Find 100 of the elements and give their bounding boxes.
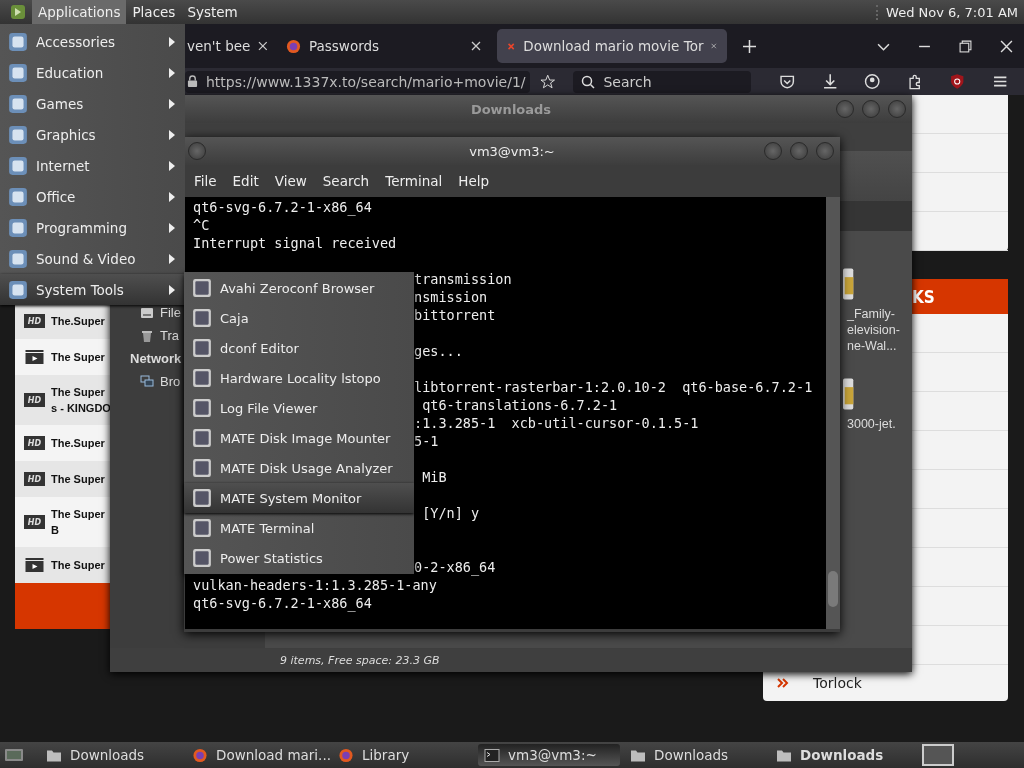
search-field[interactable]: Search [573, 70, 752, 93]
place-item[interactable]: File [160, 305, 181, 320]
result-title[interactable]: The Super B [51, 506, 105, 538]
place-item[interactable]: Tra [160, 328, 180, 343]
taskbar-button[interactable]: vm3@vm3:~ [478, 744, 620, 766]
panel-menu[interactable]: Applications [32, 0, 127, 24]
menu-item[interactable]: View [268, 171, 313, 191]
terminal-line: ^C [193, 217, 210, 233]
file-name[interactable]: 3000-jet. [847, 416, 896, 432]
workspace-switcher[interactable] [922, 744, 954, 766]
taskbar-button[interactable]: Downloads [40, 744, 182, 766]
trash-icon [140, 328, 154, 343]
result-row[interactable]: The Super [15, 547, 111, 583]
terminal-icon [484, 747, 500, 763]
result-row[interactable]: HD The Super s - KINGDO [15, 375, 111, 425]
result-title[interactable]: The Super [51, 471, 105, 487]
browser-tab[interactable]: Download mario movie Tor [497, 29, 727, 63]
file-name[interactable]: _Family- elevision- ne-Wal... [847, 306, 900, 354]
menu-item[interactable]: Games [0, 88, 185, 119]
scrollbar[interactable] [826, 197, 840, 629]
clock[interactable]: Wed Nov 6, 7:01 AM [876, 4, 1024, 20]
menu-item[interactable]: Programming [0, 212, 185, 243]
new-tab-icon[interactable] [743, 39, 756, 53]
search-icon [581, 74, 596, 89]
hd-badge: HD [24, 515, 45, 529]
browser-tab[interactable]: ven't bee [185, 29, 270, 63]
menu-item[interactable]: Accessories [0, 26, 185, 57]
account-icon[interactable] [864, 73, 881, 90]
menu-item[interactable]: Avahi Zeroconf Browser [184, 273, 414, 303]
terminal-line: qt6-svg-6.7.2-1-x86_64 [193, 595, 372, 611]
terminal-line: qt6-svg-6.7.2-1-x86_64 [193, 199, 372, 215]
pocket-icon[interactable] [779, 73, 796, 90]
fox-logo-icon [286, 38, 301, 54]
site-link[interactable]: Torlock [813, 675, 862, 691]
result-title[interactable]: The.Super [51, 313, 105, 329]
taskbar-button[interactable]: Library [332, 744, 474, 766]
clapperboard-icon [24, 557, 45, 573]
address-field[interactable]: https://www.1337x.to/search/mario+movie/1/ [185, 70, 530, 93]
menu-item[interactable]: Search [316, 171, 376, 191]
tile-icon [192, 488, 212, 508]
shield-icon[interactable] [949, 73, 966, 90]
double-chevron-icon [777, 678, 789, 688]
file-icon[interactable] [843, 266, 855, 302]
place-item[interactable]: Bro [160, 374, 181, 389]
hd-badge: HD [24, 393, 45, 407]
taskbar-button[interactable]: Downloads [770, 744, 912, 766]
terminal-line: qt6-translations-6.7.2-1 [421, 397, 618, 413]
menu-item[interactable]: Sound & Video [0, 243, 185, 274]
panel-menu[interactable]: System [181, 0, 244, 24]
result-title[interactable]: The Super [51, 557, 105, 573]
desktop-icon[interactable] [4, 747, 24, 763]
menu-item[interactable]: File [188, 171, 223, 191]
result-title[interactable]: The.Super [51, 435, 105, 451]
file-icon[interactable] [843, 376, 855, 412]
menu-item[interactable]: Power Statistics [184, 543, 414, 573]
clapperboard-icon [24, 349, 45, 365]
close-icon[interactable] [258, 41, 268, 51]
menu-item[interactable]: MATE Disk Usage Analyzer [184, 453, 414, 483]
menu-item[interactable]: Terminal [379, 171, 449, 191]
menu-item[interactable]: Log File Viewer [184, 393, 414, 423]
panel-menu[interactable]: Places [126, 0, 182, 24]
download-icon[interactable] [821, 73, 839, 90]
arrow-icon [169, 67, 175, 78]
drive-icon [140, 305, 154, 320]
menu-item[interactable]: MATE Terminal [184, 513, 414, 543]
result-title[interactable]: The Super [51, 349, 105, 365]
menu-item[interactable]: Internet [0, 150, 185, 181]
menu-item[interactable]: Help [452, 171, 496, 191]
menu-item[interactable]: Hardware Locality lstopo [184, 363, 414, 393]
section-heading: Network [130, 351, 182, 366]
scroll-thumb[interactable] [828, 571, 838, 607]
hd-badge: HD [24, 436, 45, 450]
menu-logo-icon[interactable] [10, 4, 26, 20]
menu-item[interactable]: System Tools [0, 274, 185, 305]
menu-item[interactable]: Edit [226, 171, 265, 191]
menu-item[interactable]: Graphics [0, 119, 185, 150]
result-row[interactable]: HD The.Super [15, 303, 111, 339]
tile-icon [192, 308, 212, 328]
browser-tab[interactable]: Passwords [276, 29, 491, 63]
result-row[interactable]: The Super [15, 339, 111, 375]
menu-item[interactable]: MATE System Monitor [184, 483, 414, 513]
menu-item[interactable]: Office [0, 181, 185, 212]
result-row[interactable]: HD The Super [15, 461, 111, 497]
arrow-icon [169, 98, 175, 109]
menu-item[interactable]: Education [0, 57, 185, 88]
taskbar-button[interactable]: Downloads [624, 744, 766, 766]
taskbar-button[interactable]: Download mari... [186, 744, 328, 766]
menu-item[interactable]: Caja [184, 303, 414, 333]
menu-item[interactable]: dconf Editor [184, 333, 414, 363]
result-row[interactable]: HD The.Super [15, 425, 111, 461]
restore-icon[interactable] [959, 39, 972, 53]
close-icon[interactable] [471, 41, 481, 51]
tile-icon [192, 428, 212, 448]
star-icon[interactable] [540, 73, 556, 90]
tile-icon [8, 93, 28, 114]
menu-item[interactable]: MATE Disk Image Mounter [184, 423, 414, 453]
result-row[interactable]: HD The Super B [15, 497, 111, 547]
close-icon[interactable] [1000, 39, 1013, 53]
tile-icon [192, 518, 212, 538]
result-title[interactable]: The Super s - KINGDO [51, 384, 111, 416]
